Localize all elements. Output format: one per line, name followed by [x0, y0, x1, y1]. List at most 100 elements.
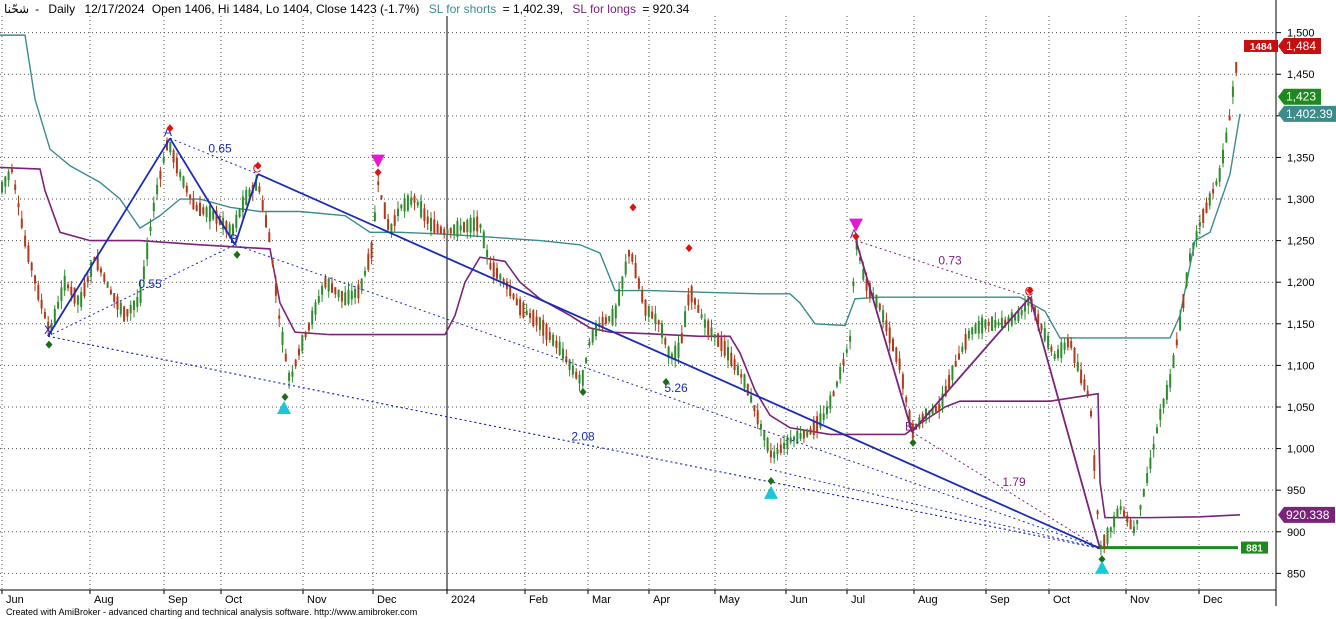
candle-body — [661, 323, 663, 338]
candle-body — [430, 217, 432, 232]
candle-body — [1195, 231, 1198, 240]
candle-body — [654, 313, 657, 324]
candle-body — [971, 327, 974, 335]
candle-body — [119, 302, 122, 315]
price-tag-text: 1484 — [1250, 42, 1273, 53]
candle-body — [334, 287, 337, 295]
candle-body — [1080, 369, 1083, 384]
candle-body — [24, 235, 27, 247]
candle-body — [954, 361, 957, 367]
candle-body — [1076, 361, 1079, 372]
candle-body — [948, 374, 951, 389]
candle-body — [938, 403, 941, 411]
pattern-label: B — [230, 232, 238, 246]
candle-body — [634, 262, 637, 279]
candle-body — [106, 282, 109, 288]
candle-body — [347, 289, 350, 304]
candle-body — [1185, 272, 1188, 287]
candle-body — [1093, 455, 1096, 471]
candle-body — [208, 205, 211, 222]
sl-longs-line — [0, 166, 1241, 519]
y-tick-label: 950 — [1287, 485, 1305, 497]
candle-body — [1083, 379, 1086, 390]
candle-body — [750, 395, 753, 403]
candle-body — [377, 181, 380, 185]
x-tick-label: Oct — [225, 594, 242, 606]
sell-diamond — [374, 168, 382, 177]
candle-body — [905, 397, 908, 403]
sell-diamond — [629, 203, 637, 212]
candle-body — [793, 436, 795, 441]
candle-body — [466, 220, 469, 233]
candle-body — [974, 324, 977, 334]
candle-body — [621, 276, 624, 289]
candle-body — [743, 374, 746, 389]
candle-body — [644, 299, 647, 316]
candle-body — [1096, 510, 1099, 515]
candle-body — [406, 195, 409, 211]
candle-body — [14, 184, 17, 191]
candle-body — [403, 198, 406, 212]
candle-body — [1050, 346, 1053, 352]
candle-body — [888, 327, 891, 344]
candle-body — [1043, 328, 1046, 341]
candle-body — [37, 284, 40, 300]
candle-body — [1047, 335, 1050, 348]
candle-body — [1146, 473, 1149, 483]
candle-body — [604, 317, 607, 324]
candle-body — [842, 359, 845, 365]
candle-body — [205, 207, 208, 218]
candle-body — [822, 413, 825, 420]
candle-body — [436, 223, 439, 233]
candle-body — [512, 293, 515, 299]
candle-body — [354, 288, 357, 298]
candle-body — [337, 289, 340, 298]
candle-body — [1060, 342, 1063, 358]
candle-body — [261, 200, 264, 211]
candle-body — [7, 171, 10, 181]
candle-body — [17, 203, 20, 208]
candle-body — [278, 315, 281, 319]
pattern-leg — [911, 296, 1031, 433]
x-tick-label: Jun — [6, 594, 24, 606]
candle-body — [1119, 506, 1122, 510]
candle-body — [736, 365, 739, 375]
pattern-label: 2.08 — [571, 429, 595, 443]
candle-body — [123, 306, 126, 322]
candle-body — [4, 176, 7, 187]
candle-body — [397, 208, 399, 217]
axis-price-tag-text: 1,484 — [1286, 39, 1316, 53]
candle-body — [585, 357, 588, 364]
candle-body — [611, 308, 614, 325]
candle-body — [618, 289, 621, 306]
candle-body — [581, 370, 584, 386]
candle-body — [1053, 353, 1056, 359]
candle-body — [156, 184, 159, 195]
candle-body — [496, 268, 498, 279]
y-tick-label: 900 — [1287, 527, 1305, 539]
candle-body — [274, 283, 277, 296]
candle-body — [991, 316, 993, 331]
candle-body — [1228, 115, 1231, 121]
candle-body — [258, 186, 261, 192]
price-chart[interactable]: 0.650.552.085.260.731.79XABCABC 85090095… — [0, 0, 1336, 619]
candle-body — [238, 208, 241, 218]
candle-body — [1212, 189, 1215, 194]
candle-body — [159, 170, 162, 179]
candle-body — [67, 284, 69, 289]
candle-body — [631, 253, 634, 262]
candle-body — [555, 340, 558, 348]
candle-body — [199, 202, 201, 216]
candle-body — [426, 216, 429, 224]
candle-body — [806, 429, 809, 437]
candle-body — [100, 268, 102, 273]
candle-body — [433, 219, 436, 234]
candle-body — [548, 332, 551, 340]
candle-body — [1198, 222, 1201, 227]
footer-credit: Created with AmiBroker - advanced charti… — [6, 607, 418, 617]
pattern-leg — [855, 240, 913, 433]
candle-body — [670, 353, 673, 358]
candle-body — [829, 395, 832, 409]
candle-body — [687, 294, 690, 306]
x-tick-label: Aug — [918, 594, 938, 606]
